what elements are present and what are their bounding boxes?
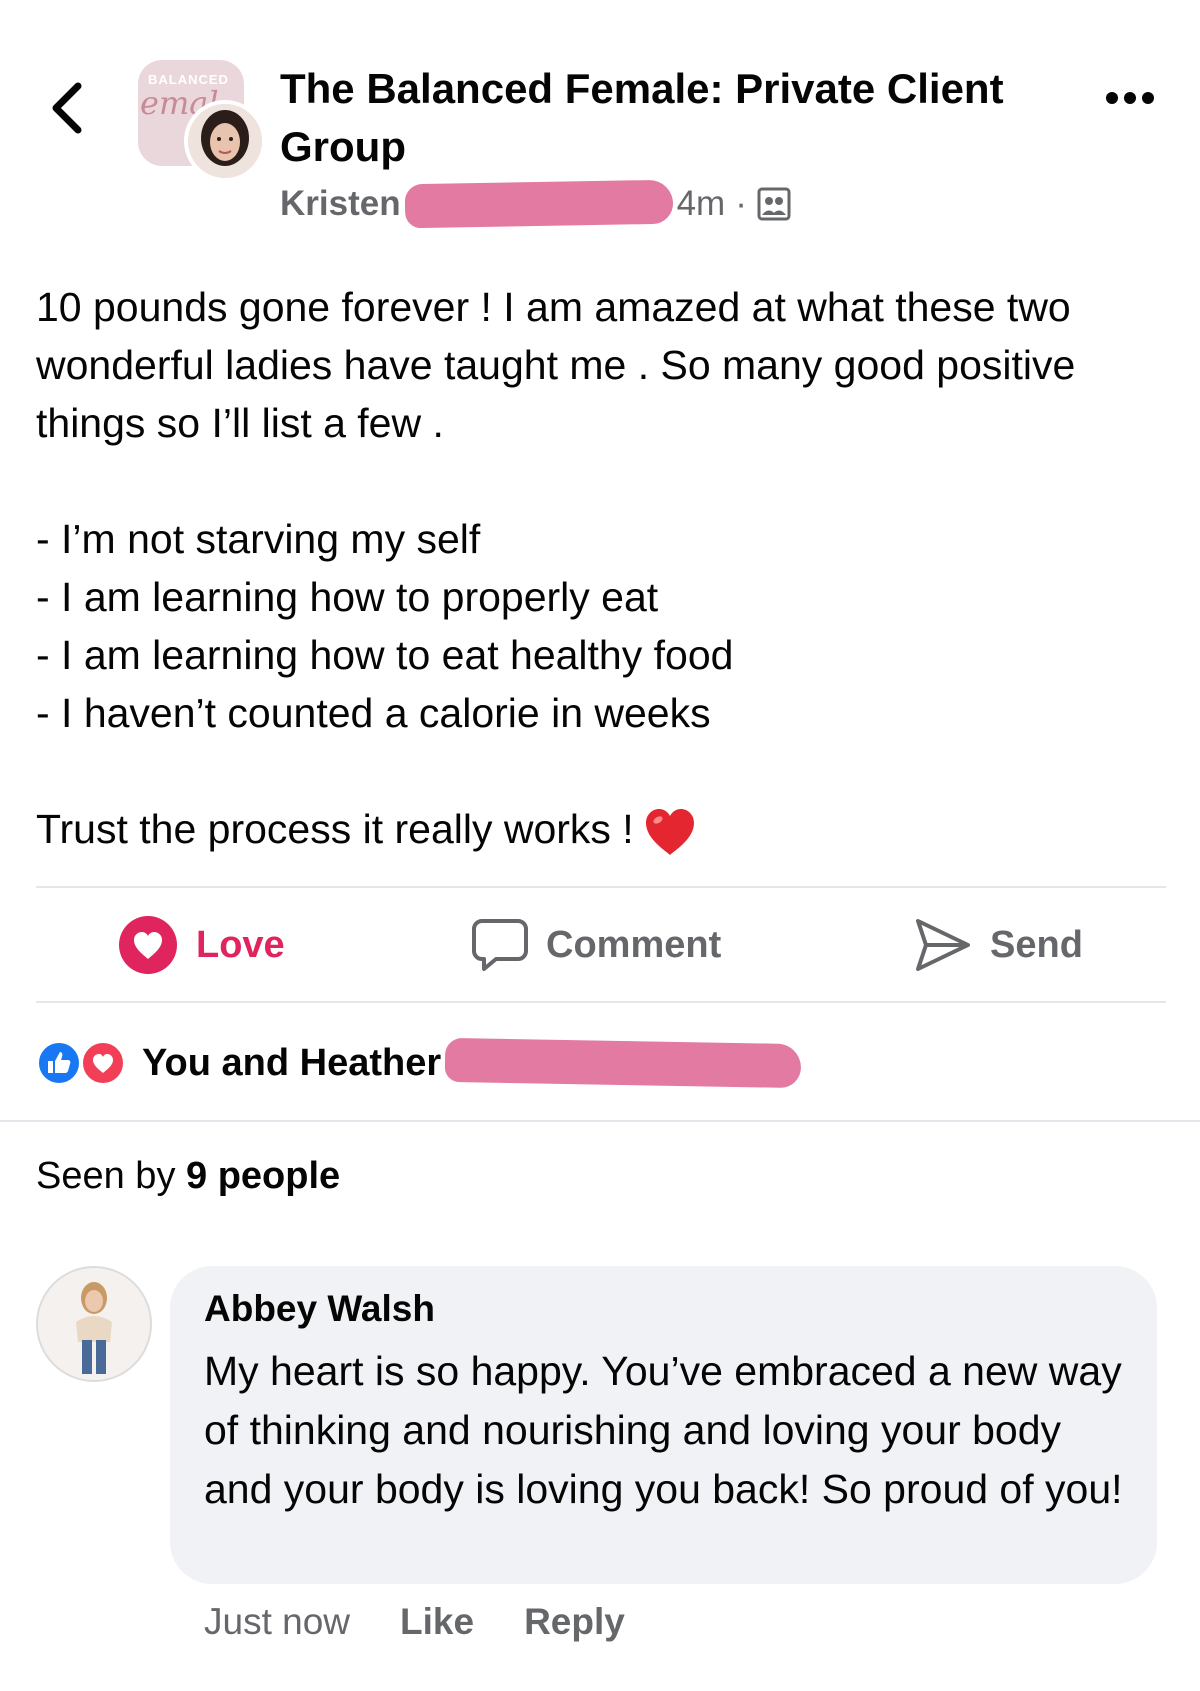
seen-by-count: 9 people: [186, 1155, 341, 1197]
group-members-icon: [757, 187, 791, 221]
more-options-dot: [1142, 92, 1154, 104]
comment-bubble[interactable]: Abbey Walsh My heart is so happy. You’ve…: [170, 1266, 1157, 1584]
comment-icon: [472, 919, 528, 971]
like-icon: [36, 1040, 82, 1086]
more-options-icon: [1106, 92, 1118, 104]
send-label: Send: [990, 923, 1083, 966]
more-options-dot: [1124, 92, 1136, 104]
comment-actions: Just now Like Reply: [204, 1598, 675, 1646]
comment-button[interactable]: Comment: [472, 910, 721, 980]
author-name[interactable]: Kristen: [280, 184, 401, 224]
heart-emoji: [645, 809, 694, 856]
divider: [36, 1001, 1166, 1003]
post-paragraph: 10 pounds gone forever ! I am amazed at …: [36, 284, 1076, 446]
back-button[interactable]: [46, 78, 90, 138]
love-icon: [119, 916, 177, 974]
send-button[interactable]: Send: [914, 910, 1083, 980]
redaction-mark: [404, 179, 673, 229]
love-label: Love: [196, 923, 285, 966]
divider: [36, 886, 1166, 888]
post-list-item: - I’m not starving my self: [36, 516, 481, 562]
separator-dot: ·: [735, 184, 747, 223]
author-photo: [188, 104, 262, 178]
comment-like-button[interactable]: Like: [400, 1601, 474, 1643]
reactions-text: You and Heather: [142, 1041, 442, 1084]
seen-by[interactable]: Seen by 9 people: [36, 1155, 340, 1198]
redaction-mark: [444, 1037, 802, 1089]
reactions-summary[interactable]: You and Heather: [36, 1035, 802, 1091]
seen-by-prefix: Seen by: [36, 1155, 176, 1197]
post-closing-line: Trust the process it really works !: [36, 800, 1176, 858]
commenter-avatar[interactable]: [36, 1266, 152, 1382]
comment-time: Just now: [204, 1601, 351, 1642]
chevron-left-icon: [52, 82, 82, 134]
commenter-name[interactable]: Abbey Walsh: [204, 1288, 435, 1330]
commenter-photo: [38, 1268, 150, 1380]
group-name[interactable]: The Balanced Female: Private Client Grou…: [280, 60, 1070, 176]
author-avatar[interactable]: [184, 100, 266, 182]
post-text: 10 pounds gone forever ! I am amazed at …: [36, 278, 1176, 858]
post-list-item: - I am learning how to properly eat: [36, 574, 659, 620]
post-meta: Kristen 4m ·: [280, 179, 791, 229]
divider: [0, 1120, 1200, 1122]
reaction-icons: [36, 1040, 132, 1086]
post-list-item: - I haven’t counted a calorie in weeks: [36, 690, 711, 736]
post-list-item: - I am learning how to eat healthy food: [36, 632, 734, 678]
post-time[interactable]: 4m: [677, 184, 726, 224]
comment-label: Comment: [546, 923, 722, 966]
comment-text: My heart is so happy. You’ve embraced a …: [204, 1348, 1123, 1512]
more-options-button[interactable]: [1106, 92, 1154, 104]
send-icon: [916, 919, 970, 971]
post-closing-text: Trust the process it really works !: [36, 806, 634, 852]
comment-reply-button[interactable]: Reply: [524, 1601, 625, 1643]
love-reaction-icon: [80, 1040, 126, 1086]
love-button[interactable]: Love: [118, 910, 285, 980]
